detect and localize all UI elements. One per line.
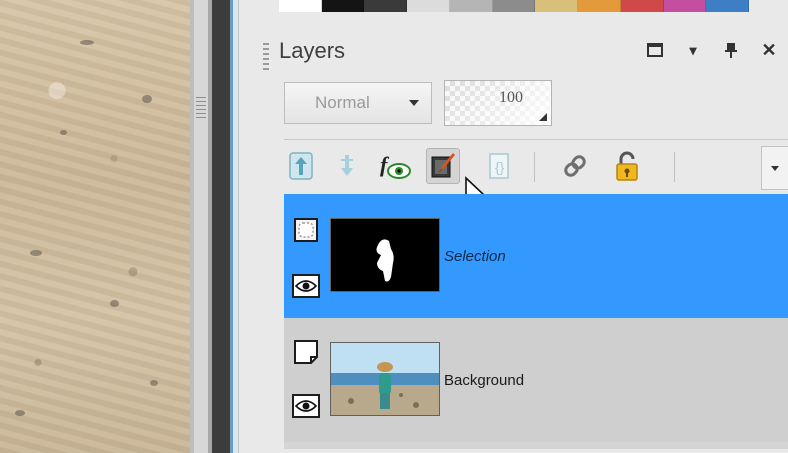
arrow-up-icon — [289, 152, 313, 180]
eye-icon — [295, 280, 317, 292]
divider — [284, 139, 788, 140]
canvas-speck — [60, 130, 67, 135]
close-icon: ✕ — [761, 39, 777, 60]
chevron-down-icon — [409, 100, 419, 106]
color-swatch[interactable] — [706, 0, 750, 12]
svg-text:{}: {} — [495, 159, 505, 175]
fx-eye-icon: f — [380, 152, 411, 179]
canvas-speck — [30, 250, 42, 256]
visibility-toggle[interactable] — [292, 274, 320, 298]
color-swatch[interactable] — [321, 0, 365, 12]
arrow-down-icon — [341, 155, 353, 176]
opacity-slider-handle[interactable] — [539, 113, 547, 121]
opacity-value: 100 — [499, 89, 523, 106]
panel-edge — [230, 0, 238, 453]
blend-mode-value: Normal — [315, 93, 370, 112]
color-swatch[interactable] — [407, 0, 450, 12]
panel-splitter[interactable] — [190, 0, 212, 453]
toolbar-separator — [674, 152, 675, 182]
mask-thumbnail-image — [331, 219, 439, 291]
color-swatch-strip[interactable] — [279, 0, 750, 14]
color-swatch[interactable] — [535, 0, 579, 12]
move-layer-down-button[interactable] — [330, 148, 364, 184]
layers-toolbar: f {} — [284, 142, 788, 192]
canvas-speck — [142, 95, 152, 103]
canvas-scrollbar[interactable] — [212, 0, 230, 453]
panel-drag-handle[interactable] — [263, 40, 269, 70]
toolbar-separator — [534, 152, 535, 182]
lock-layer-button[interactable] — [610, 148, 644, 184]
layer-effects-button[interactable]: f — [378, 148, 412, 184]
beach-photo-thumbnail — [331, 343, 439, 415]
color-swatch[interactable] — [449, 0, 493, 12]
move-layer-up-button[interactable] — [284, 148, 318, 184]
visibility-toggle[interactable] — [292, 394, 320, 418]
panel-title-bar: Layers ▾ ✕ — [259, 30, 779, 70]
toolbar-overflow-button[interactable] — [761, 146, 788, 190]
blend-controls: Normal 100 — [284, 80, 684, 126]
layer-list: Selection Background — [284, 194, 788, 449]
canvas-speck — [15, 410, 25, 416]
panel-window-buttons: ▾ ✕ — [645, 40, 779, 60]
panel-menu-button[interactable]: ▾ — [683, 40, 703, 60]
panel-title: Layers — [279, 38, 346, 63]
layer-name: Background — [444, 372, 525, 389]
blend-mode-select[interactable]: Normal — [284, 82, 432, 124]
link-layers-button[interactable] — [558, 148, 592, 184]
canvas-speck — [110, 300, 119, 307]
pin-icon — [725, 43, 737, 58]
splitter-grip[interactable] — [196, 96, 206, 118]
app-window: Layers ▾ ✕ Normal 100 f {} Selection Bac… — [0, 0, 788, 453]
maximize-button[interactable] — [645, 40, 665, 60]
raster-layer-icon — [294, 340, 318, 364]
opacity-field[interactable]: 100 — [444, 80, 552, 126]
layer-row-selection[interactable]: Selection — [284, 194, 788, 318]
mask-brush-icon — [431, 153, 455, 178]
edit-mask-button[interactable] — [426, 148, 460, 184]
pin-button[interactable] — [721, 40, 741, 60]
layer-type-icon — [292, 338, 320, 366]
color-swatch[interactable] — [492, 0, 536, 12]
chain-link-icon — [564, 155, 586, 177]
layers-panel: Layers ▾ ✕ Normal 100 f {} Selection Bac… — [238, 0, 788, 453]
canvas-speck — [80, 40, 94, 45]
eye-icon — [295, 400, 317, 412]
canvas-speck — [150, 380, 158, 386]
close-button[interactable]: ✕ — [759, 40, 779, 60]
layer-thumbnail — [330, 218, 440, 292]
bracket-doc-icon: {} — [489, 153, 509, 179]
image-canvas[interactable] — [0, 0, 190, 453]
maximize-icon — [647, 43, 663, 57]
color-swatch[interactable] — [279, 0, 322, 12]
layer-row-background[interactable]: Background — [284, 318, 788, 442]
selection-mask-icon — [294, 218, 318, 242]
chevron-down-icon: ▾ — [689, 41, 697, 58]
layer-type-icon — [292, 216, 320, 244]
color-swatch[interactable] — [364, 0, 408, 12]
padlock-icon — [616, 151, 638, 181]
layer-name: Selection — [444, 248, 506, 265]
layer-properties-button[interactable]: {} — [482, 148, 516, 184]
layer-thumbnail — [330, 342, 440, 416]
color-swatch[interactable] — [578, 0, 621, 12]
color-swatch[interactable] — [620, 0, 664, 12]
color-swatch[interactable] — [663, 0, 707, 12]
